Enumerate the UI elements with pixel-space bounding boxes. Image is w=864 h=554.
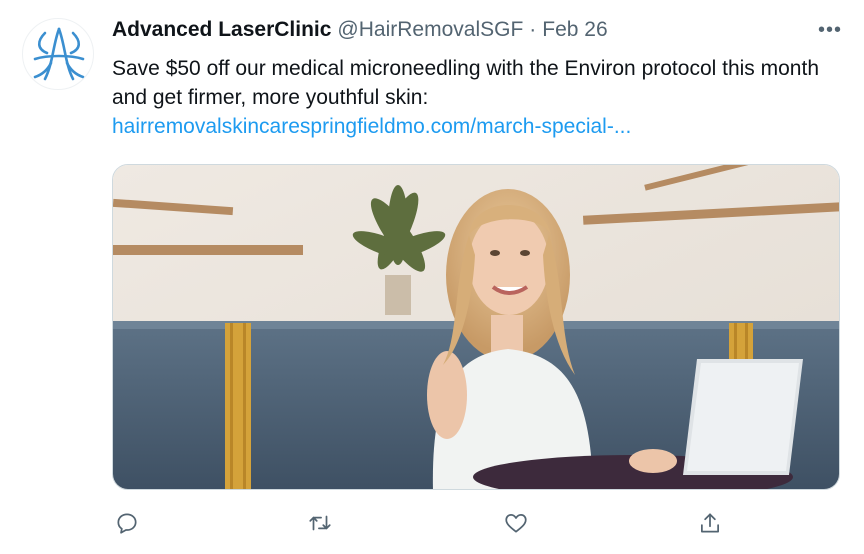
like-icon (505, 514, 527, 533)
tweet-image[interactable] (112, 164, 840, 490)
separator: · (529, 18, 537, 41)
reply-icon (117, 513, 137, 534)
tweet-card: Advanced LaserClinic @HairRemovalSGF · F… (0, 0, 864, 554)
more-options-icon[interactable]: ••• (818, 20, 842, 40)
tweet-text: Save $50 off our medical microneedling w… (112, 57, 819, 109)
like-button[interactable] (501, 508, 531, 538)
reply-button[interactable] (112, 508, 142, 538)
avatar[interactable] (22, 18, 94, 90)
woman-with-laptop-photo (113, 165, 839, 489)
clinic-logo-icon (33, 27, 85, 81)
tweet-header: Advanced LaserClinic @HairRemovalSGF · F… (112, 18, 608, 48)
display-name[interactable]: Advanced LaserClinic (112, 18, 331, 42)
tweet-date[interactable]: Feb 26 (542, 18, 607, 42)
retweet-icon (309, 515, 331, 531)
retweet-button[interactable] (305, 508, 335, 538)
share-button[interactable] (695, 508, 725, 538)
share-icon (701, 513, 719, 533)
tweet-actions (112, 508, 832, 538)
user-handle[interactable]: @HairRemovalSGF (337, 18, 523, 42)
tweet-link[interactable]: hairremovalskincarespringfieldmo.com/mar… (112, 112, 832, 141)
tweet-body: Save $50 off our medical microneedling w… (112, 54, 832, 141)
